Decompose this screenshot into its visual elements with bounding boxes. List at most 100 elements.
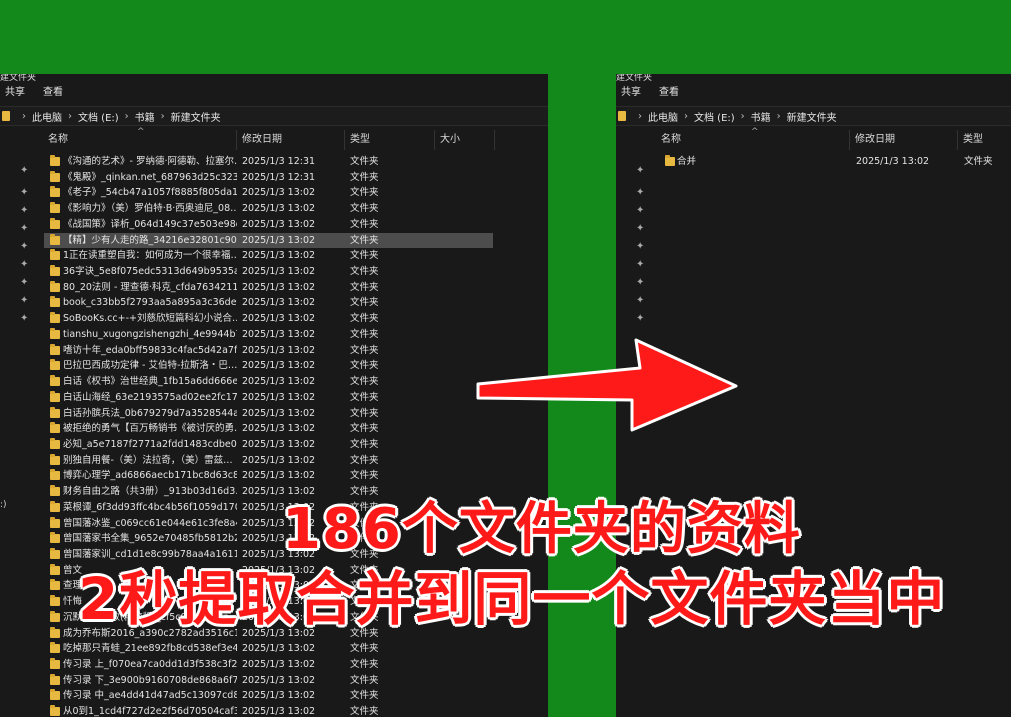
file-date: 2025/1/3 13:02: [242, 266, 316, 278]
file-date: 2025/1/3 13:02: [242, 690, 316, 702]
pin-icon[interactable]: ✦: [636, 205, 644, 216]
pin-icon[interactable]: ✦: [636, 241, 644, 252]
file-date: 2025/1/3 13:02: [242, 203, 316, 215]
folder-icon: [50, 610, 60, 622]
file-date: 2025/1/3 13:02: [242, 328, 316, 340]
file-row[interactable]: 被拒绝的勇气【百万畅销书《被讨厌的勇… 2025/1/3 13:02 文件夹: [44, 421, 493, 437]
file-row[interactable]: 【精】少有人走的路_34216e32801c90c… 2025/1/3 13:02…: [44, 232, 493, 249]
breadcrumb-new-folder[interactable]: 新建文件夹: [787, 109, 837, 124]
chevron-right-icon: ›: [776, 110, 781, 122]
pin-icon[interactable]: ✦: [20, 165, 28, 176]
file-date: 2025/1/3 13:02: [242, 391, 316, 403]
menu-view[interactable]: 查看: [43, 84, 63, 102]
file-row[interactable]: book_c33bb5f2793aa5a895a3c36dea… 2025/1/3…: [44, 295, 493, 311]
file-row[interactable]: 《影响力》（美）罗伯特·B·西奥迪尼_08… 2025/1/3 13:02 文件夹: [44, 201, 493, 217]
folder-icon: [50, 406, 60, 418]
file-row[interactable]: 《沟通的艺术》- 罗纳德·阿德勒、拉塞尔… 2025/1/3 12:31 文件夹: [44, 154, 493, 170]
file-date: 2025/1/3 13:02: [242, 643, 316, 655]
column-size[interactable]: 大小: [435, 130, 495, 150]
menu-share[interactable]: 共享: [5, 84, 25, 102]
file-row[interactable]: 博弈心理学_ad6866aecb171bc8d63c8… 2025/1/3 13:…: [44, 468, 493, 484]
pin-icon[interactable]: ✦: [20, 259, 28, 270]
file-row[interactable]: 传习录 中_ae4dd41d47ad5c13097cd8… 2025/1/3 13…: [44, 688, 493, 704]
menu-view[interactable]: 查看: [659, 84, 679, 102]
file-type: 文件夹: [350, 470, 379, 482]
pin-icon[interactable]: ✦: [636, 187, 644, 198]
folder-icon: [50, 673, 60, 685]
column-type[interactable]: 类型: [345, 130, 435, 150]
menu-share[interactable]: 共享: [621, 84, 641, 102]
file-row[interactable]: 白话《权书》治世经典_1fb15a6dd666e… 2025/1/3 13:02 文…: [44, 374, 493, 390]
pin-icon[interactable]: ✦: [20, 223, 28, 234]
breadcrumb-books[interactable]: 书籍: [751, 109, 771, 124]
file-type: 文件夹: [350, 313, 379, 325]
pin-icon[interactable]: ✦: [20, 313, 28, 324]
column-name[interactable]: 名称: [656, 130, 850, 150]
file-date: 2025/1/3 13:02: [242, 297, 316, 309]
file-date: 2025/1/3 13:02: [242, 674, 316, 686]
file-row[interactable]: 吃掉那只青蛙_21ee892fb8cd538ef3e4… 2025/1/3 13:…: [44, 641, 493, 657]
file-type: 文件夹: [964, 156, 993, 167]
column-name[interactable]: 名称: [43, 130, 237, 150]
column-type[interactable]: 类型: [958, 130, 1011, 150]
folder-icon: [50, 595, 60, 607]
pin-icon[interactable]: ✦: [636, 223, 644, 234]
file-date: 2025/1/3 13:02: [242, 344, 316, 356]
folder-icon: [50, 186, 60, 198]
file-row[interactable]: 传习录 下_3e900b9160708de868a6f72… 2025/1/3 1…: [44, 673, 493, 689]
file-row[interactable]: 1正在读重塑自我：如何成为一个很幸福… 2025/1/3 13:02 文件夹: [44, 248, 493, 264]
pin-icon[interactable]: ✦: [636, 259, 644, 270]
file-type: 文件夹: [350, 454, 379, 466]
breadcrumb-drive[interactable]: 文档 (E:): [694, 109, 735, 124]
pin-icon[interactable]: ✦: [20, 187, 28, 198]
file-row[interactable]: 《战国策》译析_064d149c37e503e98d… 2025/1/3 13:0…: [44, 217, 493, 233]
file-row[interactable]: 别独自用餐-（美）法拉奇，（美）雷兹… 2025/1/3 13:02 文件夹: [44, 453, 493, 469]
folder-icon: [50, 217, 60, 229]
file-row[interactable]: 嗜访十年_eda0bff59833c4fac5d42a7f3… 2025/1/3 …: [44, 343, 493, 359]
breadcrumb-this-pc[interactable]: 此电脑: [648, 109, 678, 124]
pin-icon[interactable]: ✦: [20, 277, 28, 288]
pin-icon[interactable]: ✦: [636, 277, 644, 288]
file-date: 2025/1/3 13:02: [242, 454, 316, 466]
file-row[interactable]: tianshu_xugongzishengzhi_4e9944b7… 2025/1…: [44, 327, 493, 343]
pin-icon[interactable]: ✦: [20, 205, 28, 216]
breadcrumb-this-pc[interactable]: 此电脑: [32, 109, 62, 124]
file-row[interactable]: 传习录 上_f070ea7ca0dd1d3f538c3f22… 2025/1/3 …: [44, 657, 493, 673]
file-row[interactable]: 巴拉巴西成功定律 - 艾伯特-拉斯洛・巴… 2025/1/3 13:02 文件夹: [44, 358, 493, 374]
file-row[interactable]: 《老子》_54cb47a1057f8885f805da16… 2025/1/3 1…: [44, 185, 493, 201]
column-date[interactable]: 修改日期: [850, 130, 958, 150]
sidebar-drive-label[interactable]: :): [0, 500, 7, 510]
file-row[interactable]: 白话山海经_63e2193575ad02ee2fc174… 2025/1/3 13…: [44, 390, 493, 406]
file-date: 2025/1/3 13:02: [242, 407, 316, 419]
file-row[interactable]: 《鬼殿》_qinkan.net_687963d25c323f… 2025/1/3 …: [44, 170, 493, 186]
breadcrumb-books[interactable]: 书籍: [135, 109, 155, 124]
chevron-right-icon: ›: [160, 110, 165, 122]
file-row[interactable]: 必知_a5e7187f2771a2fdd1483cdbe09… 2025/1/3 …: [44, 437, 493, 453]
breadcrumb-new-folder[interactable]: 新建文件夹: [171, 109, 221, 124]
pin-icon[interactable]: ✦: [20, 241, 28, 252]
file-type: 文件夹: [350, 297, 379, 309]
file-row[interactable]: SoBooKs.cc+-+刘慈欣短篇科幻小说合… 2025/1/3 13:02 文件…: [44, 311, 493, 327]
file-name: 从0到1_1cd4f727d2e2f56d70504caf30…: [63, 706, 237, 717]
pin-icon[interactable]: ✦: [636, 165, 644, 176]
pin-icon[interactable]: ✦: [20, 295, 28, 306]
file-name: 传习录 下_3e900b9160708de868a6f72…: [63, 674, 237, 686]
address-bar[interactable]: › 此电脑 › 文档 (E:) › 书籍 › 新建文件夹: [0, 106, 548, 126]
file-name: 嗜访十年_eda0bff59833c4fac5d42a7f3…: [63, 344, 237, 356]
file-row[interactable]: 白话孙膑兵法_0b679279d7a3528544a… 2025/1/3 13:0…: [44, 406, 493, 422]
file-type: 文件夹: [350, 187, 379, 199]
breadcrumb-drive[interactable]: 文档 (E:): [78, 109, 119, 124]
folder-icon: [50, 469, 60, 481]
pin-icon[interactable]: ✦: [636, 313, 644, 324]
file-row[interactable]: 36字诀_5e8f075edc5313d649b9535a6… 2025/1/3 …: [44, 264, 493, 280]
address-bar[interactable]: › 此电脑 › 文档 (E:) › 书籍 › 新建文件夹: [616, 106, 1011, 126]
file-row[interactable]: 从0到1_1cd4f727d2e2f56d70504caf30… 2025/1/3…: [44, 704, 493, 717]
file-row[interactable]: 合并 2025/1/3 13:02 文件夹: [660, 154, 1000, 170]
folder-icon: [50, 312, 60, 324]
file-row[interactable]: 80_20法则 - 理查德·科克_cfda7634211… 2025/1/3 13…: [44, 280, 493, 296]
folder-icon: [50, 548, 60, 559]
menu-bar: 共享 查看: [616, 84, 1011, 102]
pin-icon[interactable]: ✦: [636, 295, 644, 306]
file-name: 曾国藩家书全集_9652e70485fb5812b2…: [63, 533, 237, 545]
column-date[interactable]: 修改日期: [237, 130, 345, 150]
